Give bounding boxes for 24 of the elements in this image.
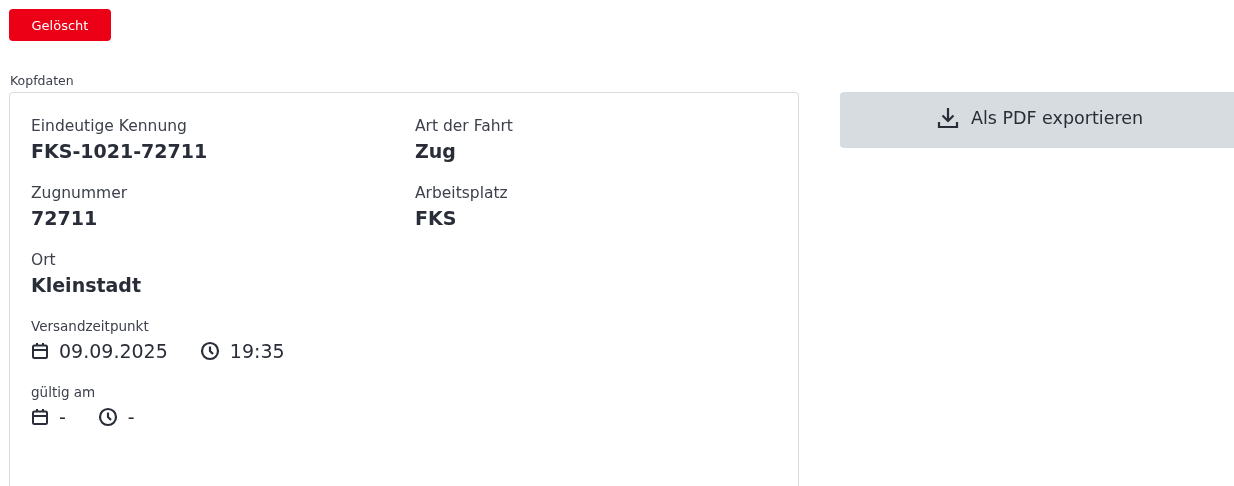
field-label: Ort [31,251,56,269]
field-label: Zugnummer [31,184,128,202]
download-icon [936,106,959,130]
field-value: FKS-1021-72711 [31,140,208,162]
clock-icon [97,407,118,427]
field-value: 72711 [31,207,98,229]
field-label: Art der Fahrt [415,117,513,135]
field-label: Arbeitsplatz [415,184,508,202]
date-value: - [59,406,66,428]
timestamp-label: gültig am [31,384,96,400]
field-value: Zug [415,140,456,162]
field-value: Kleinstadt [31,274,142,296]
calendar-icon [31,342,49,360]
timestamp-label: Versandzeitpunkt [31,318,149,334]
export-pdf-button[interactable]: Als PDF exportieren [840,92,1234,148]
field-value: FKS [415,207,457,229]
clock-icon [199,341,220,361]
date-value: 09.09.2025 [59,340,168,362]
status-badge: Gelöscht [9,9,111,41]
time-value: - [127,406,135,428]
field-label: Eindeutige Kennung [31,117,187,135]
calendar-icon [31,408,49,426]
time-value: 19:35 [229,340,285,362]
section-title: Kopfdaten [10,73,74,88]
